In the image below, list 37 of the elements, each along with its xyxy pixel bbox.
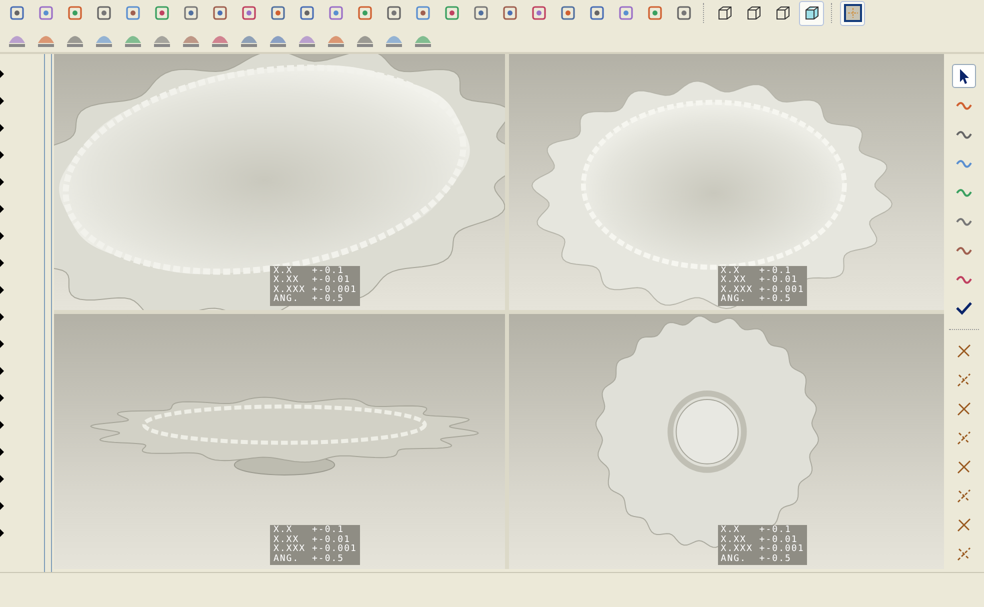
view-grid-icon[interactable] [840,0,865,26]
panel-sash[interactable] [44,54,52,572]
expand-arrow-icon[interactable] [0,475,4,483]
tolerance-note: X.XXX +-0.001 [273,545,357,554]
expand-arrow-icon[interactable] [0,340,4,348]
tolerance-note: ANG. +-0.5 [273,554,346,564]
shaded-cube-icon[interactable] [799,0,824,26]
expand-arrow-icon[interactable] [0,448,4,456]
tolerance-note: X.X +-0.1 [720,526,792,535]
expand-arrow-icon[interactable] [0,502,4,510]
expand-arrow-icon[interactable] [0,232,4,240]
expand-arrow-icon[interactable] [0,178,4,186]
tolerance-note: X.XX +-0.01 [273,536,350,544]
expand-arrow-icon[interactable] [0,124,4,132]
expand-arrow-icon[interactable] [0,394,4,402]
expand-arrow-icon[interactable] [0,151,4,159]
expand-arrow-icon[interactable] [0,529,4,537]
expand-arrow-icon[interactable] [0,259,4,267]
tolerance-note: X.XXX +-0.001 [720,286,804,294]
expand-arrow-icon[interactable] [0,421,4,429]
tolerance-note: X.XX +-0.01 [273,276,352,285]
tolerance-note: ANG. +-0.5 [720,295,792,304]
expand-arrow-icon[interactable] [0,313,4,321]
tolerance-note: X.XXX +-0.001 [720,545,804,554]
expand-arrow-icon[interactable] [0,97,4,105]
tolerance-note: X.XX +-0.01 [720,276,799,285]
tolerance-note: ANG. +-0.5 [720,554,792,564]
expand-arrow-icon[interactable] [0,70,4,78]
tolerance-note: X.X +-0.1 [273,526,346,535]
tolerance-note: X.X +-0.1 [273,266,344,276]
tolerance-note: X.XX +-0.01 [720,536,798,544]
tolerance-note: X.XXX +-0.001 [273,286,357,294]
expand-arrow-icon[interactable] [0,286,4,294]
tolerance-note: X.X +-0.1 [720,266,792,276]
tolerance-note: ANG. +-0.5 [273,295,346,304]
expand-arrow-icon[interactable] [0,205,4,213]
expand-arrow-icon[interactable] [0,367,4,375]
